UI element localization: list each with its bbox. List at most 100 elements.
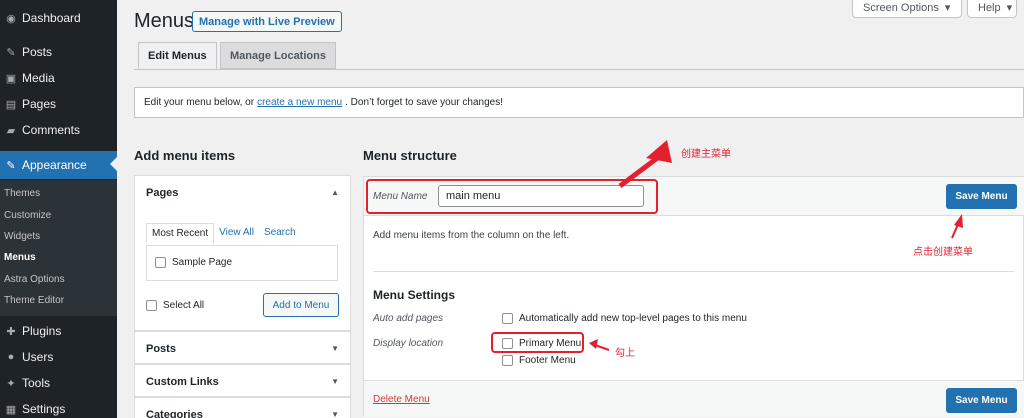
notice-text: Edit your menu below, or [144,97,255,108]
sample-page-checkbox[interactable] [155,257,166,268]
auto-add-label: Auto add pages [373,313,444,324]
settings-divider [373,271,1014,272]
sidebar-item-label: Comments [22,123,81,137]
plug-icon: ✚ [6,325,16,338]
submenu-themes[interactable]: Themes [4,188,40,199]
caret-up-icon: ▲ [331,188,339,197]
pages-panel-header[interactable]: Pages ▲ [135,176,350,209]
auto-add-checkbox[interactable] [502,313,513,324]
posts-panel-header: Posts ▼ [135,332,350,365]
pin-icon: ✎ [6,46,16,59]
sidebar-item-settings[interactable]: ▦ Settings [0,396,117,418]
annotation-create-menu: 创建主菜单 [681,149,731,160]
annotation-check: 勾上 [615,348,635,359]
pages-list: Sample Page [146,245,338,281]
user-icon: ● [7,351,15,363]
sidebar-item-dashboard[interactable]: ◉ Dashboard [0,5,117,31]
settings-icon: ▦ [5,403,17,416]
caret-down-icon: ▼ [331,344,339,353]
tab-search[interactable]: Search [259,223,301,244]
screen-options-label: Screen Options [863,1,939,14]
media-icon: ▣ [5,72,17,85]
sidebar-item-label: Users [22,350,54,364]
sidebar-item-comments[interactable]: ▰ Comments [0,117,117,143]
footer-menu-label: Footer Menu [519,355,576,366]
select-all-row: Select All [146,300,204,311]
appearance-submenu: Themes Customize Widgets Menus Astra Opt… [0,180,117,316]
sidebar-item-label: Pages [22,97,57,111]
help-button[interactable]: Help ▾ [967,0,1017,18]
admin-sidebar: ◉ Dashboard ✎ Posts ▣ Media ▤ Pages ▰ Comment… [0,0,117,418]
sidebar-item-media[interactable]: ▣ Media [0,65,117,91]
sample-page-label: Sample Page [172,257,233,268]
menu-structure-heading: Menu structure [363,148,457,163]
help-label: Help [978,1,1001,14]
tabs-divider [134,69,1024,70]
sidebar-item-label: Plugins [22,324,62,338]
page-title: Menus [134,10,195,32]
submenu-customize[interactable]: Customize [4,210,51,221]
pages-title: Pages [146,186,179,199]
submenu-theme-editor[interactable]: Theme Editor [4,295,64,306]
annotation-box-primary-menu [491,332,584,353]
annotation-box-menu-name [366,179,658,214]
wrench-icon: ✦ [6,377,16,390]
caret-down-icon: ▾ [944,2,951,14]
save-menu-button[interactable]: Save Menu [946,184,1017,209]
menu-settings-heading: Menu Settings [373,288,456,302]
custom-links-panel[interactable]: Custom Links ▼ [134,364,351,397]
sidebar-item-users[interactable]: ● Users [0,344,117,370]
sidebar-item-label: Settings [22,402,66,416]
caret-down-icon: ▼ [331,410,339,418]
footer-menu-checkbox[interactable] [502,355,513,366]
create-menu-link[interactable]: create a new menu [257,97,342,108]
submenu-widgets[interactable]: Widgets [4,231,40,242]
sidebar-item-pages[interactable]: ▤ Pages [0,91,117,117]
sidebar-item-label: Media [22,71,55,85]
tab-view-all[interactable]: View All [214,223,259,244]
tab-most-recent[interactable]: Most Recent [146,223,215,244]
dashboard-icon: ◉ [6,12,16,25]
custom-links-header: Custom Links ▼ [135,365,350,398]
caret-down-icon: ▼ [331,377,339,386]
comment-icon: ▰ [6,124,16,137]
sidebar-item-label: Posts [22,45,53,59]
brush-icon: ✎ [6,159,16,172]
sidebar-item-label: Dashboard [22,11,81,25]
tab-edit-menus[interactable]: Edit Menus [138,42,217,69]
edit-notice: Edit your menu below, or create a new me… [134,87,1024,118]
pages-tabs: Most Recent View All Search [146,223,301,244]
posts-panel[interactable]: Posts ▼ [134,331,351,364]
select-all-checkbox[interactable] [146,300,157,311]
sidebar-item-posts[interactable]: ✎ Posts [0,39,117,65]
posts-title: Posts [146,342,176,355]
add-items-heading: Add menu items [134,148,236,163]
delete-menu-link[interactable]: Delete Menu [373,394,430,405]
annotation-click-save: 点击创建菜单 [913,247,973,258]
submenu-menus[interactable]: Menus [4,252,36,263]
screen-options-button[interactable]: Screen Options ▾ [852,0,962,18]
pages-panel: Pages ▲ Most Recent View All Search Sampl… [134,175,351,331]
sidebar-item-label: Appearance [22,158,87,172]
sidebar-item-tools[interactable]: ✦ Tools [0,370,117,396]
list-item: Sample Page [155,257,232,268]
display-location-label: Display location [373,338,444,349]
sidebar-item-plugins[interactable]: ✚ Plugins [0,318,117,344]
menu-footer: Delete Menu Save Menu [364,380,1024,417]
categories-panel[interactable]: Categories ▼ [134,397,351,418]
custom-links-title: Custom Links [146,375,219,388]
page-icon: ▤ [5,98,17,111]
footer-menu-row: Footer Menu [502,355,576,366]
submenu-astra-options[interactable]: Astra Options [4,274,65,285]
sidebar-item-label: Tools [22,376,51,390]
auto-add-row: Automatically add new top-level pages to… [502,313,747,324]
categories-title: Categories [146,408,203,418]
auto-add-option-label: Automatically add new top-level pages to… [519,313,747,324]
live-preview-button[interactable]: Manage with Live Preview [192,11,342,32]
sidebar-item-appearance[interactable]: ✎ Appearance [0,151,117,179]
add-to-menu-button[interactable]: Add to Menu [263,293,339,317]
caret-down-icon: ▾ [1006,2,1013,14]
tab-manage-locations[interactable]: Manage Locations [220,42,336,69]
save-menu-bottom-button[interactable]: Save Menu [946,388,1017,413]
select-all-label: Select All [163,300,205,311]
